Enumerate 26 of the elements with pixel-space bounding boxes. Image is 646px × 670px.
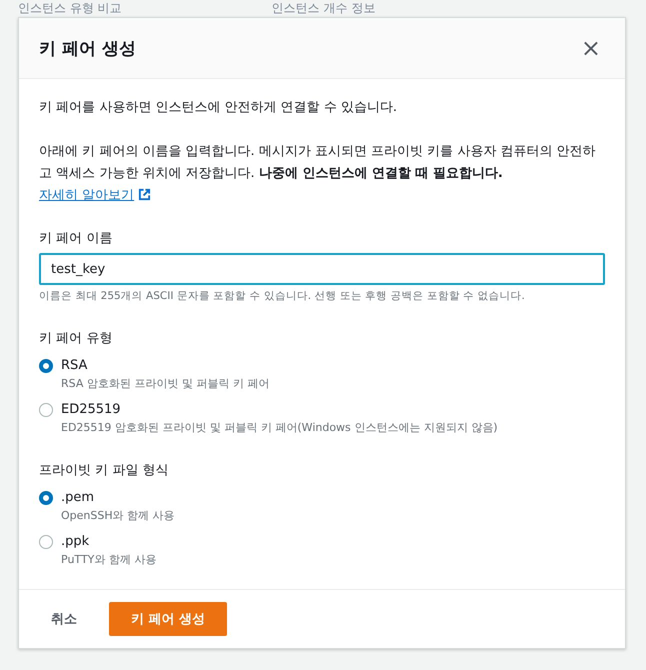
key-name-input[interactable]: test_key — [39, 253, 605, 285]
description-text: 아래에 키 페어의 이름을 입력합니다. 메시지가 표시되면 프라이빗 키를 사용자 컴퓨터의 안전하고 액세스 가능한 위치에 저장합니다. 나중에 인스턴스에 연결할 때 필요합니다. — [39, 144, 596, 181]
option-label: .pem — [61, 489, 96, 507]
option-label: RSA — [61, 357, 88, 375]
learn-more-link[interactable]: 자세히 알아보기 — [39, 188, 152, 203]
option-label: ED25519 — [61, 401, 122, 419]
background-heading: 인스턴스 개수 정보 — [272, 0, 376, 17]
radio-button[interactable] — [39, 403, 53, 417]
external-link-icon — [138, 188, 152, 201]
option-description: RSA 암호화된 프라이빗 및 퍼블릭 키 페어 — [61, 376, 270, 391]
background-heading: 인스턴스 유형 비교 — [18, 0, 122, 17]
option-description: PuTTY와 함께 사용 — [61, 552, 156, 567]
field-label: 키 페어 이름 — [39, 230, 114, 247]
group-label: 키 페어 유형 — [39, 330, 114, 347]
option-label: .ppk — [61, 533, 90, 551]
intro-text: 키 페어를 사용하면 인스턴스에 안전하게 연결할 수 있습니다. — [39, 99, 398, 117]
close-button[interactable]: × — [576, 36, 605, 60]
cancel-button[interactable]: 취소 — [39, 604, 89, 634]
option-description: OpenSSH와 함께 사용 — [61, 508, 175, 523]
group-label: 프라이빗 키 파일 형식 — [39, 462, 170, 479]
radio-button[interactable] — [39, 359, 53, 373]
radio-button[interactable] — [39, 535, 53, 549]
radio-button[interactable] — [39, 491, 53, 505]
dialog-title: 키 페어 생성 — [39, 38, 136, 60]
option-description: ED25519 암호화된 프라이빗 및 퍼블릭 키 페어(Windows 인스턴스에는 지원되지 않음) — [61, 420, 498, 435]
field-hint: 이름은 최대 255개의 ASCII 문자를 포함할 수 있습니다. 선행 또는 후행 공백은 포함할 수 없습니다. — [39, 289, 526, 303]
